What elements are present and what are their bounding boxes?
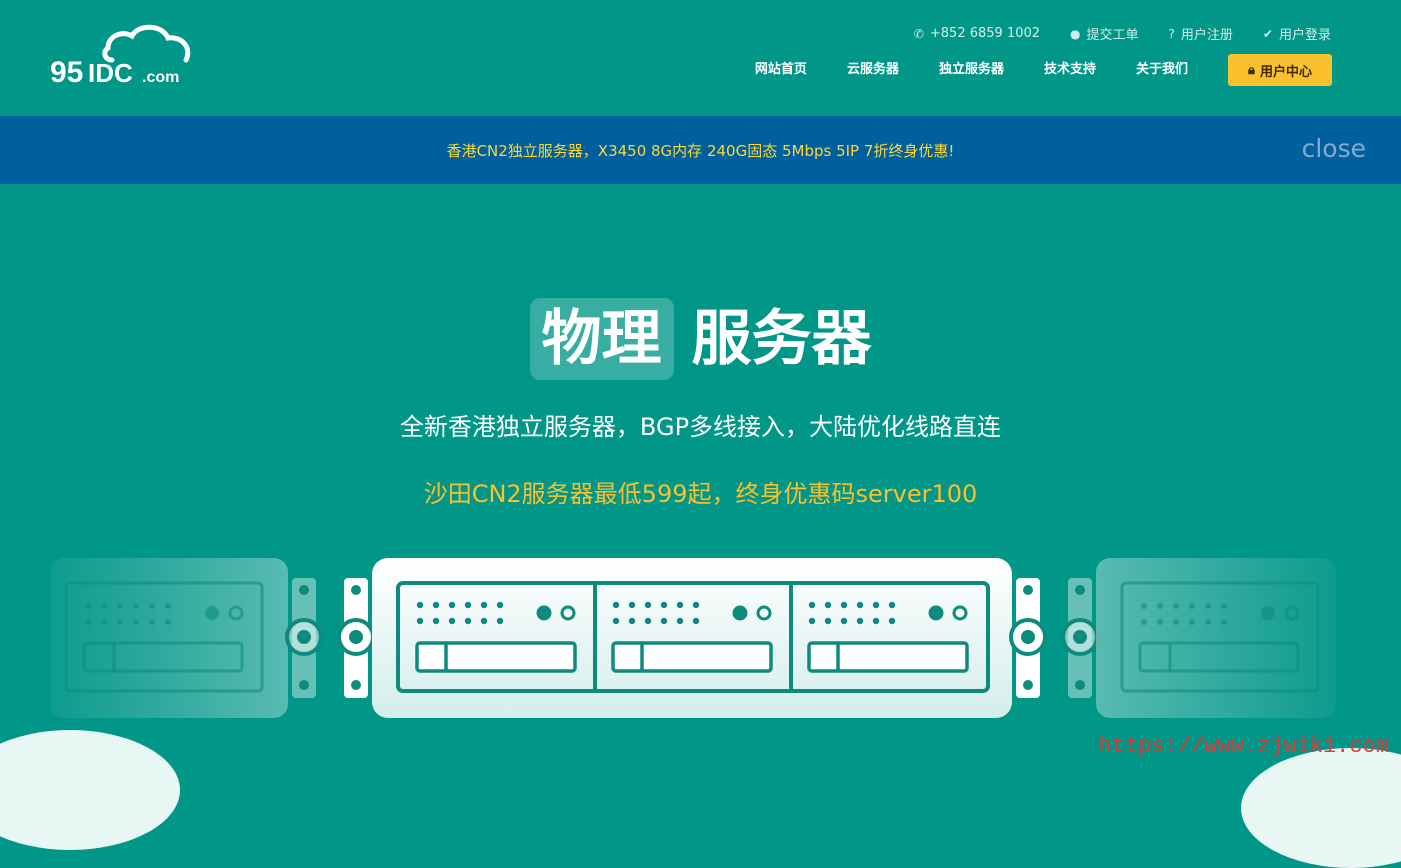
topbar-login[interactable]: ✔ 用户登录 (1262, 24, 1331, 44)
phone-number: +852 6859 1002 (929, 26, 1041, 41)
topbar-register[interactable]: ? 用户注册 (1168, 24, 1233, 44)
register-label: 用户注册 (1180, 28, 1233, 43)
close-button[interactable]: close (1302, 134, 1366, 163)
main-server (372, 558, 1012, 718)
nav-cloud-server[interactable]: 云服务器 (847, 54, 899, 86)
check-icon: ✔ (1262, 26, 1273, 41)
left-server-faded (50, 558, 323, 718)
watermark: https://www.zjwiki.com (1098, 734, 1389, 759)
main-nav: 网站首页 云服务器 独立服务器 技术支持 关于我们 🔒︎ 用户中心 (755, 54, 1332, 86)
decorative-blob-right (1241, 748, 1401, 868)
promo-banner-link[interactable]: 香港CN2独立服务器，X3450 8G内存 240G固态 5Mbps 5IP 7… (447, 140, 955, 161)
right-server-faded (1061, 558, 1336, 718)
nav-tech-support[interactable]: 技术支持 (1044, 54, 1096, 86)
hero-title: 物理 服务器 (0, 298, 1401, 380)
svg-text:IDC: IDC (88, 58, 133, 88)
lock-icon: 🔒︎ (1248, 62, 1255, 78)
topbar-submit-ticket[interactable]: ● 提交工单 (1070, 24, 1139, 44)
user-center-button[interactable]: 🔒︎ 用户中心 (1228, 54, 1332, 86)
cloud-logo-icon[interactable]: 95 IDC .com (50, 22, 200, 92)
phone-icon: ✆ (913, 26, 924, 41)
right-rack-ear (1009, 578, 1047, 698)
svg-text:.com: .com (142, 69, 179, 86)
help-icon: ? (1168, 26, 1175, 41)
chat-icon: ● (1070, 26, 1081, 41)
hero-subtitle: 全新香港独立服务器，BGP多线接入，大陆优化线路直连 (399, 413, 1002, 441)
nav-about[interactable]: 关于我们 (1136, 54, 1188, 86)
topbar: ✆ +852 6859 1002 ● 提交工单 ? 用户注册 ✔ 用户登录 (914, 24, 1331, 43)
hero-promo: 沙田CN2服务器最低599起，终身优惠码server100 (423, 480, 978, 508)
promo-banner: 香港CN2独立服务器，X3450 8G内存 240G固态 5Mbps 5IP 7… (0, 116, 1401, 184)
left-rack-ear (337, 578, 375, 698)
nav-dedicated-server[interactable]: 独立服务器 (939, 54, 1004, 86)
submit-ticket-label: 提交工单 (1086, 28, 1139, 43)
login-label: 用户登录 (1278, 28, 1331, 43)
nav-home[interactable]: 网站首页 (755, 54, 807, 86)
svg-text:95: 95 (50, 56, 83, 89)
server-rack-illustration (50, 558, 1336, 718)
site-header: 95 IDC .com ✆ +852 6859 1002 ● 提交工单 ? 用户… (0, 0, 1401, 116)
hero-title-rest: 服务器 (691, 304, 872, 374)
user-center-label: 用户中心 (1259, 64, 1312, 80)
topbar-phone[interactable]: ✆ +852 6859 1002 (914, 24, 1040, 43)
hero-title-highlight: 物理 (529, 298, 674, 380)
